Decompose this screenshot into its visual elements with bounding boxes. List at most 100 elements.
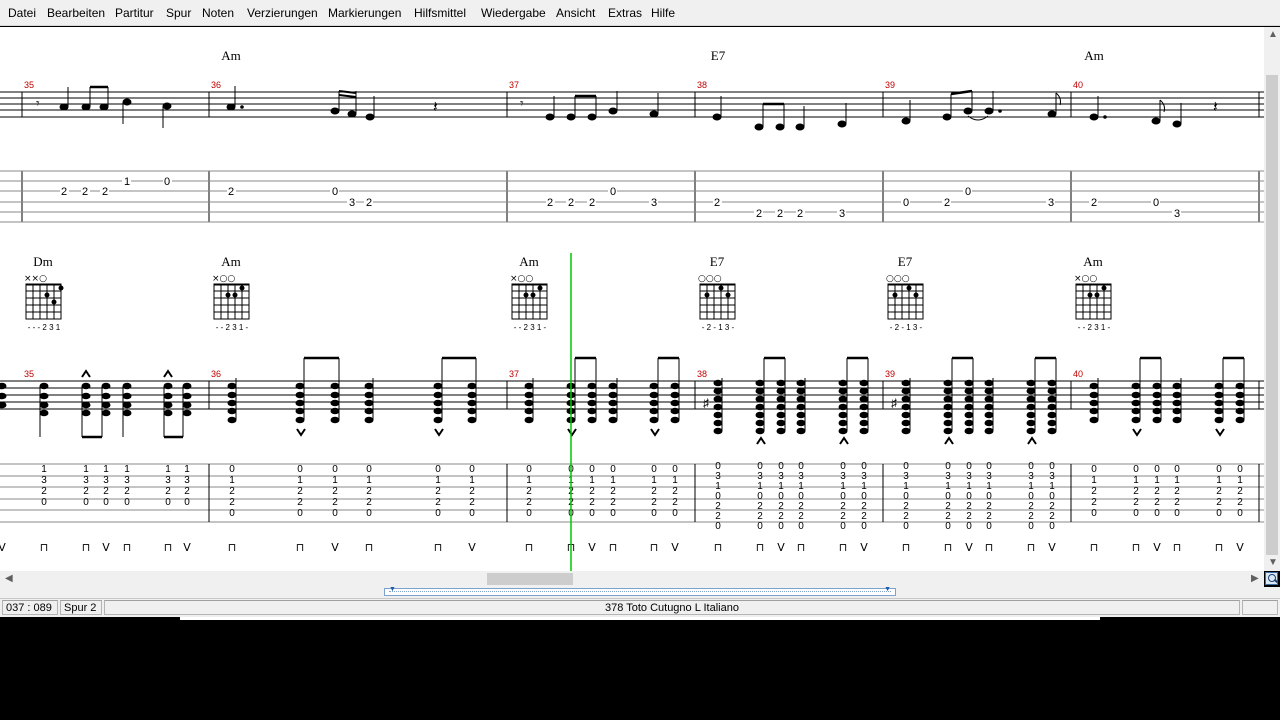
menu-noten[interactable]: Noten [202,6,234,20]
tab-fret: 0 [1153,197,1159,209]
note-head [330,107,340,115]
downstroke-mark: ⊓ [797,541,806,554]
tab-fret: 0 [798,521,804,532]
downstroke-mark: ⊓ [365,541,374,554]
note-head [754,123,764,131]
zoom-magnifier-icon[interactable] [1265,572,1278,585]
chord-open-muted-marks: ×○○ [1074,274,1097,284]
tab-fret: 0 [965,186,971,198]
upstroke-mark: V [1048,541,1056,554]
tab-fret: 1 [332,475,338,486]
system2-measure-number: 35 [24,369,34,379]
tab-fret: 2 [41,486,47,497]
downstroke-mark: ⊓ [902,541,911,554]
menu-ansicht[interactable]: Ansicht [556,6,595,20]
horizontal-scroll-thumb[interactable] [487,573,573,585]
upstroke-mark: V [1236,541,1244,554]
menu-wiedergabe[interactable]: Wiedergabe [481,6,546,20]
note-head [1151,117,1161,125]
tab-fret: 0 [1216,508,1222,519]
menu-partitur[interactable]: Partitur [115,6,154,20]
tab-fret: 2 [944,197,950,209]
tab-fret: 0 [1174,508,1180,519]
menu-spur[interactable]: Spur [166,6,191,20]
tab-fret: 1 [610,475,616,486]
tab-fret: 1 [469,475,475,486]
tab-fret: 2 [651,497,657,508]
scroll-down-arrow-icon[interactable]: ▼ [1268,558,1278,568]
menu-hilfsmittel[interactable]: Hilfsmittel [414,6,466,20]
status-song-title: 378 Toto Cutugno L Italiano [104,600,1240,615]
scroll-right-arrow-icon[interactable]: ▶ [1251,574,1259,584]
splitter-handle[interactable]: ▼ ▼ [384,586,896,596]
menu-hilfe[interactable]: Hilfe [651,6,675,20]
vertical-scroll-thumb[interactable] [1266,75,1278,555]
upstroke-mark: V [777,541,785,554]
note-head [347,110,357,118]
system2-measure-number: 38 [697,369,707,379]
tab-fret: 2 [526,497,532,508]
note-head [649,110,659,118]
system2-chord-names: Dm Am Am E7 E7 Am [33,254,1103,269]
scroll-up-arrow-icon[interactable]: ▲ [1268,30,1278,40]
tab-fret: 2 [1091,197,1097,209]
tab-fret: 1 [1133,475,1139,486]
tab-fret: 0 [297,464,303,475]
tab-fret: 1 [589,475,595,486]
downstroke-mark: ⊓ [985,541,994,554]
downstroke-mark: ⊓ [40,541,49,554]
system2-chord-3: Am [519,254,539,269]
tab-fret: 2 [435,497,441,508]
system1-chord-2: E7 [711,48,726,63]
tab-fret: 2 [332,486,338,497]
tab-fret: 1 [1216,475,1222,486]
tab-fret: 0 [164,176,170,188]
downstroke-mark: ⊓ [756,541,765,554]
downstroke-mark: ⊓ [944,541,953,554]
note-head [901,117,911,125]
tab-fret: 2 [777,208,783,220]
tab-fret: 1 [1174,475,1180,486]
tab-fret: 2 [672,497,678,508]
tab-fret: 0 [1091,464,1097,475]
menu-extras[interactable]: Extras [608,6,642,20]
tab-fret: 0 [651,464,657,475]
tab-fret: 0 [1237,464,1243,475]
menu-bearbeiten[interactable]: Bearbeiten [47,6,105,20]
menu-markierungen[interactable]: Markierungen [328,6,401,20]
menu-verzierungen[interactable]: Verzierungen [247,6,318,20]
tab-fret: 2 [102,186,108,198]
tab-fret: 0 [861,521,867,532]
tab-fret: 3 [103,475,109,486]
chord-diagram-e7 [887,283,924,320]
tab-fret: 2 [1091,497,1097,508]
svg-text:♯: ♯ [891,396,897,410]
tab-fret: 0 [297,508,303,519]
tab-fret: 0 [1174,464,1180,475]
horizontal-scrollbar[interactable]: ◀ ▶ [0,571,1264,587]
tab-fret: 0 [840,521,846,532]
tab-fret: 2 [797,208,803,220]
tab-fret: 2 [184,486,190,497]
vertical-scrollbar[interactable]: ▲ ▼ [1264,27,1280,571]
tab-fret: 0 [589,508,595,519]
tab-fret: 2 [568,197,574,209]
tab-fret: 2 [589,197,595,209]
tab-fret: 2 [1133,497,1139,508]
note-head [963,107,973,115]
tab-fret: 2 [1154,486,1160,497]
downstroke-mark: ⊓ [714,541,723,554]
panel-splitter[interactable]: ▼ ▼ [0,586,1280,598]
menu-datei[interactable]: Datei [8,6,36,20]
downstroke-mark: ⊓ [1027,541,1036,554]
tab-fret: 0 [435,508,441,519]
system1-measure-number: 39 [885,80,895,90]
tab-fret: 2 [61,186,67,198]
scroll-left-arrow-icon[interactable]: ◀ [5,574,13,584]
upstroke-mark: V [671,541,679,554]
system2-measure-number: 39 [885,369,895,379]
score-view[interactable]: Am E7 Am 35 36 37 38 39 40 𝄾 𝄽 𝄾 𝄽 2 2 2… [0,27,1264,571]
tab-fret: 2 [83,486,89,497]
tab-fret: 3 [41,475,47,486]
system2-chord-6: Am [1083,254,1103,269]
